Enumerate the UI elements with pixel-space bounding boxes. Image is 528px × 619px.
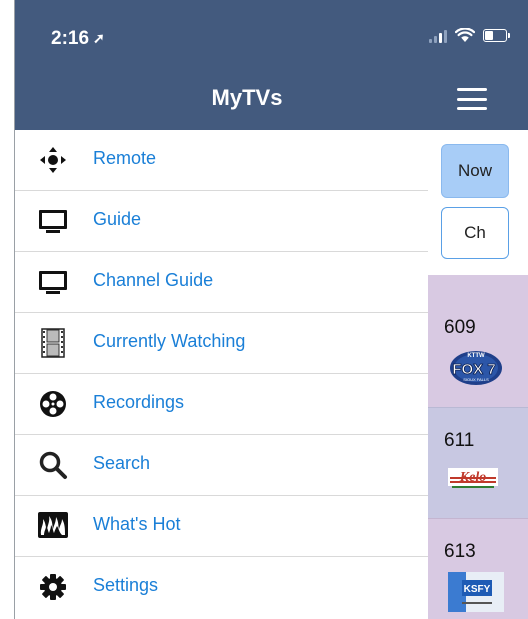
flames-icon	[37, 510, 69, 542]
channel-number: 613	[444, 541, 476, 562]
cellular-signal-icon	[429, 29, 447, 43]
tv-icon	[37, 266, 69, 298]
svg-text:KSFY: KSFY	[464, 584, 491, 595]
channel-row[interactable]: 613 KSFY	[428, 518, 528, 619]
status-bar: 2:16 ➚	[15, 0, 528, 70]
menu-item-settings[interactable]: Settings	[15, 557, 428, 617]
guide-controls: Now Ch	[428, 130, 528, 275]
kelo-logo: Kelo	[448, 468, 498, 488]
film-reel-icon	[37, 388, 69, 420]
hamburger-icon	[457, 88, 487, 91]
menu-item-search[interactable]: Search	[15, 435, 428, 496]
menu-item-label: Channel Guide	[93, 270, 214, 290]
now-button[interactable]: Now	[441, 144, 509, 198]
svg-text:FOX 7: FOX 7	[452, 361, 495, 378]
menu-item-label: Guide	[93, 209, 142, 229]
location-arrow-icon: ➚	[93, 30, 105, 46]
status-icons	[429, 28, 510, 43]
channel-row[interactable]: 611 Kelo	[428, 407, 528, 519]
hamburger-menu-button[interactable]	[457, 88, 487, 110]
menu-item-whats-hot[interactable]: What's Hot	[15, 496, 428, 557]
menu-item-label: Remote	[93, 148, 157, 168]
film-strip-icon	[37, 327, 69, 359]
menu-item-recordings[interactable]: Recordings	[15, 374, 428, 435]
menu-item-channel-guide[interactable]: Channel Guide	[15, 252, 428, 313]
svg-text:SIOUX FALLS: SIOUX FALLS	[463, 377, 489, 382]
svg-text:KTTW: KTTW	[467, 353, 485, 359]
gear-icon	[37, 571, 69, 603]
channel-number: 609	[444, 317, 476, 338]
channel-number: 611	[444, 430, 475, 451]
wifi-icon	[455, 28, 475, 42]
tv-icon	[37, 205, 69, 237]
menu-item-label: Currently Watching	[93, 331, 246, 351]
dpad-icon	[37, 144, 69, 176]
fox7-logo: KTTW FOX 7 SIOUX FALLS	[450, 351, 502, 385]
menu-item-label: Settings	[93, 575, 159, 595]
status-time: 2:16 ➚	[51, 28, 105, 49]
channel-row[interactable]: 609 KTTW FOX 7 SIOUX FALLS	[428, 275, 528, 407]
app-header: 2:16 ➚ MyTVs	[15, 0, 528, 130]
side-drawer-menu: Remote Guide Channel Guide Currently Wat…	[15, 130, 428, 619]
menu-item-label: Recordings	[93, 392, 185, 412]
menu-item-label: Search	[93, 453, 151, 473]
menu-item-label: What's Hot	[93, 514, 181, 534]
ksfy-logo: KSFY	[448, 572, 504, 612]
channel-button[interactable]: Ch	[441, 207, 509, 259]
channel-guide-panel: Now Ch 609 KTTW FOX 7 SIOUX FALLS 611 Ke…	[428, 130, 528, 619]
menu-item-remote[interactable]: Remote	[15, 130, 428, 191]
magnifier-icon	[37, 449, 69, 481]
menu-item-currently-watching[interactable]: Currently Watching	[15, 313, 428, 374]
menu-item-guide[interactable]: Guide	[15, 191, 428, 252]
page-title: MyTVs	[211, 85, 283, 110]
app-window: 2:16 ➚ MyTVs Remote Guide Channel Guide …	[14, 0, 528, 619]
battery-icon	[483, 29, 510, 42]
svg-text:Kelo: Kelo	[459, 470, 486, 485]
